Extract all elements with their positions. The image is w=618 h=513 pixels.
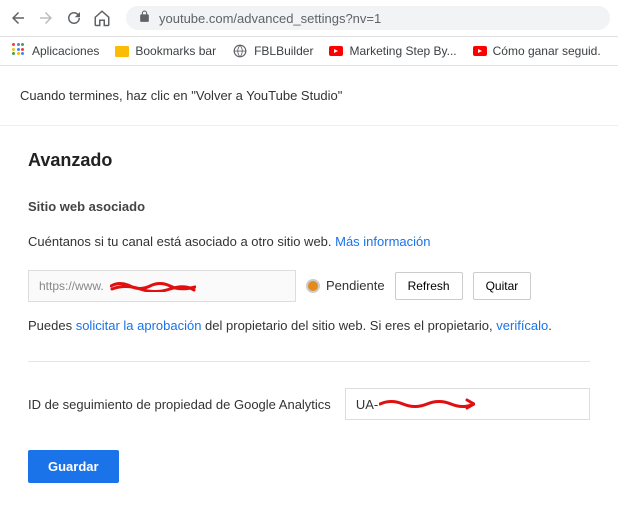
section-website-title: Sitio web asociado xyxy=(28,199,590,214)
lock-icon xyxy=(138,10,151,26)
reload-icon[interactable] xyxy=(64,8,84,28)
bookmark-seguidores[interactable]: Cómo ganar seguid. xyxy=(473,44,601,58)
redaction-mark xyxy=(379,398,475,410)
sub-text: . xyxy=(548,318,552,333)
bookmark-label: Marketing Step By... xyxy=(349,44,456,58)
bookmark-marketing[interactable]: Marketing Step By... xyxy=(329,44,456,58)
apps-label: Aplicaciones xyxy=(32,44,99,58)
request-approval-link[interactable]: solicitar la aprobación xyxy=(76,318,202,333)
divider xyxy=(28,361,590,362)
bookmark-label: FBLBuilder xyxy=(254,44,313,58)
remove-button[interactable]: Quitar xyxy=(473,272,532,300)
verify-link[interactable]: verifícalo xyxy=(496,318,548,333)
sub-text: Puedes xyxy=(28,318,76,333)
section-website-desc: Cuéntanos si tu canal está asociado a ot… xyxy=(28,232,590,252)
globe-icon xyxy=(232,43,248,59)
youtube-icon xyxy=(329,46,343,56)
refresh-button[interactable]: Refresh xyxy=(395,272,463,300)
bookmarks-bar: Aplicaciones Bookmarks bar FBLBuilder Ma… xyxy=(0,37,618,66)
bookmark-fblbuilder[interactable]: FBLBuilder xyxy=(232,43,313,59)
bookmark-label: Cómo ganar seguid. xyxy=(493,44,601,58)
url-text: youtube.com/advanced_settings?nv=1 xyxy=(159,11,381,26)
bookmark-folder[interactable]: Bookmarks bar xyxy=(115,44,216,58)
bookmark-label: Bookmarks bar xyxy=(135,44,216,58)
return-notice: Cuando termines, haz clic en "Volver a Y… xyxy=(0,66,618,125)
home-icon[interactable] xyxy=(92,8,112,28)
apps-icon xyxy=(10,43,26,59)
approval-text: Puedes solicitar la aprobación del propi… xyxy=(28,316,590,336)
status-dot-icon xyxy=(306,279,320,293)
apps-button[interactable]: Aplicaciones xyxy=(10,43,99,59)
folder-icon xyxy=(115,46,129,57)
sub-text: del propietario del sitio web. Si eres e… xyxy=(201,318,496,333)
ga-label: ID de seguimiento de propiedad de Google… xyxy=(28,397,331,412)
more-info-link[interactable]: Más información xyxy=(335,234,430,249)
page-title: Avanzado xyxy=(28,150,590,171)
forward-icon[interactable] xyxy=(36,8,56,28)
back-icon[interactable] xyxy=(8,8,28,28)
status-pending: Pendiente xyxy=(306,278,385,293)
save-button[interactable]: Guardar xyxy=(28,450,119,483)
desc-text: Cuéntanos si tu canal está asociado a ot… xyxy=(28,234,335,249)
redaction-mark xyxy=(110,280,196,292)
main-content: Avanzado Sitio web asociado Cuéntanos si… xyxy=(0,125,618,507)
url-bar[interactable]: youtube.com/advanced_settings?nv=1 xyxy=(126,6,610,30)
youtube-icon xyxy=(473,46,487,56)
status-label: Pendiente xyxy=(326,278,385,293)
